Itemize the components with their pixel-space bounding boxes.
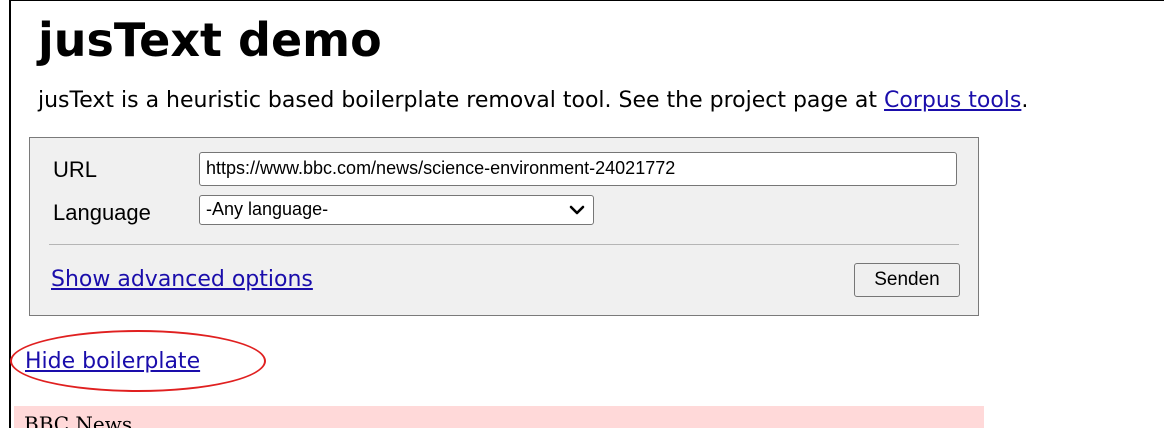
language-selected-value: -Any language- bbox=[206, 199, 329, 219]
language-label: Language bbox=[53, 200, 151, 225]
page-title: jusText demo bbox=[38, 13, 382, 67]
frame-left-border bbox=[9, 0, 11, 428]
intro-text: jusText is a heuristic based boilerplate… bbox=[38, 88, 885, 113]
show-advanced-options-link[interactable]: Show advanced options bbox=[51, 265, 313, 295]
submit-button[interactable]: Senden bbox=[854, 263, 960, 297]
form-divider bbox=[49, 244, 959, 245]
intro-end: . bbox=[1021, 88, 1029, 113]
frame-top-border bbox=[9, 0, 1164, 1]
language-select[interactable]: -Any language- bbox=[199, 195, 594, 225]
extraction-form: URL https://www.bbc.com/news/science-env… bbox=[29, 137, 979, 316]
hide-boilerplate-link[interactable]: Hide boilerplate bbox=[25, 347, 200, 377]
corpus-tools-link[interactable]: Corpus tools bbox=[884, 88, 1021, 113]
url-label: URL bbox=[53, 157, 98, 182]
boilerplate-text: BBC News bbox=[24, 412, 133, 428]
boilerplate-paragraph: BBC News bbox=[14, 406, 984, 428]
url-input[interactable]: https://www.bbc.com/news/science-environ… bbox=[199, 152, 957, 186]
chevron-down-icon bbox=[569, 205, 585, 215]
intro-paragraph: jusText is a heuristic based boilerplate… bbox=[38, 86, 1028, 116]
